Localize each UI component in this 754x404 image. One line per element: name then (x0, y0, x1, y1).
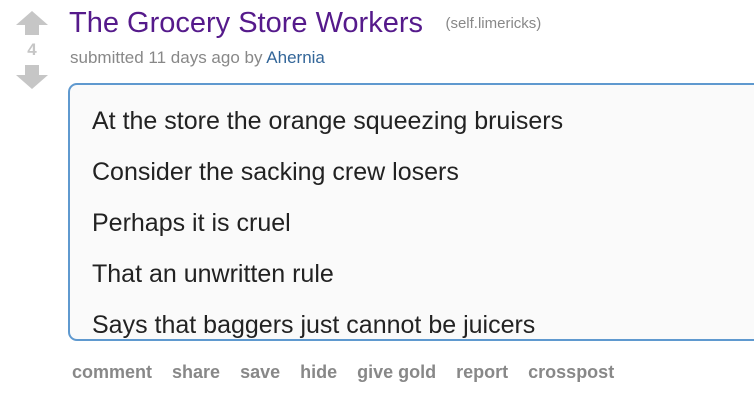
report-button[interactable]: report (456, 362, 508, 383)
author-link[interactable]: Ahernia (266, 48, 325, 67)
post-title-link[interactable]: The Grocery Store Workers (69, 7, 423, 39)
save-button[interactable]: save (240, 362, 280, 383)
post-container: 4 The Grocery Store Workers (self.limeri… (0, 0, 754, 404)
hide-button[interactable]: hide (300, 362, 337, 383)
downvote-arrow-icon[interactable] (15, 64, 49, 90)
share-button[interactable]: share (172, 362, 220, 383)
vote-column: 4 (14, 10, 50, 90)
body-line: Consider the sacking crew losers (92, 158, 459, 186)
body-line: That an unwritten rule (92, 260, 334, 288)
post-action-buttons: comment share save hide give gold report… (72, 362, 614, 383)
title-row: The Grocery Store Workers (self.limerick… (69, 7, 541, 40)
score: 4 (27, 40, 37, 59)
upvote-arrow-icon[interactable] (15, 10, 49, 36)
body-line: Says that baggers just cannot be juicers (92, 311, 536, 339)
comment-button[interactable]: comment (72, 362, 152, 383)
body-line: Perhaps it is cruel (92, 209, 291, 237)
selftext-body: At the store the orange squeezing bruise… (68, 83, 754, 341)
tagline: submitted 11 days ago by Ahernia (70, 48, 325, 68)
crosspost-button[interactable]: crosspost (528, 362, 614, 383)
post-domain-link[interactable]: (self.limericks) (445, 15, 541, 32)
give-gold-button[interactable]: give gold (357, 362, 436, 383)
body-line: At the store the orange squeezing bruise… (92, 107, 564, 135)
tagline-text: submitted 11 days ago by (70, 48, 263, 67)
